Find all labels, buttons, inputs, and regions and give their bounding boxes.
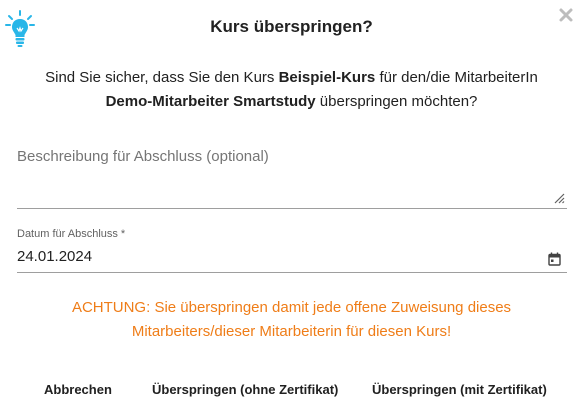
skip-with-certificate-button[interactable]: Überspringen (mit Zertifikat)	[372, 382, 547, 397]
message-text-1: Sind Sie sicher, dass Sie den Kurs	[45, 69, 279, 86]
message-text-3: überspringen möchten?	[315, 93, 478, 110]
employee-name: Demo-Mitarbeiter Smartstudy	[105, 93, 316, 110]
confirmation-message: Sind Sie sicher, dass Sie den Kurs Beisp…	[20, 66, 563, 114]
calendar-icon[interactable]	[548, 252, 561, 266]
skip-without-certificate-button[interactable]: Überspringen (ohne Zertifikat)	[152, 382, 338, 397]
resize-handle-icon[interactable]	[554, 193, 565, 204]
skip-course-dialog: Kurs überspringen? Sind Sie sicher, dass…	[0, 0, 583, 416]
course-name: Beispiel-Kurs	[278, 69, 376, 86]
description-placeholder: Beschreibung für Abschluss (optional)	[17, 148, 269, 165]
date-value[interactable]: 24.01.2024	[17, 248, 92, 265]
cancel-button[interactable]: Abbrechen	[44, 382, 112, 397]
message-text-2: für den/die MitarbeiterIn	[375, 69, 538, 86]
dialog-title: Kurs überspringen?	[210, 17, 373, 36]
completion-date-field[interactable]: Datum für Abschluss * 24.01.2024	[17, 222, 567, 273]
description-textarea[interactable]: Beschreibung für Abschluss (optional)	[17, 140, 567, 209]
dialog-actions: Abbrechen Überspringen (ohne Zertifikat)…	[0, 382, 583, 402]
date-label: Datum für Abschluss *	[17, 228, 126, 240]
warning-message: ACHTUNG: Sie überspringen damit jede off…	[71, 299, 512, 340]
